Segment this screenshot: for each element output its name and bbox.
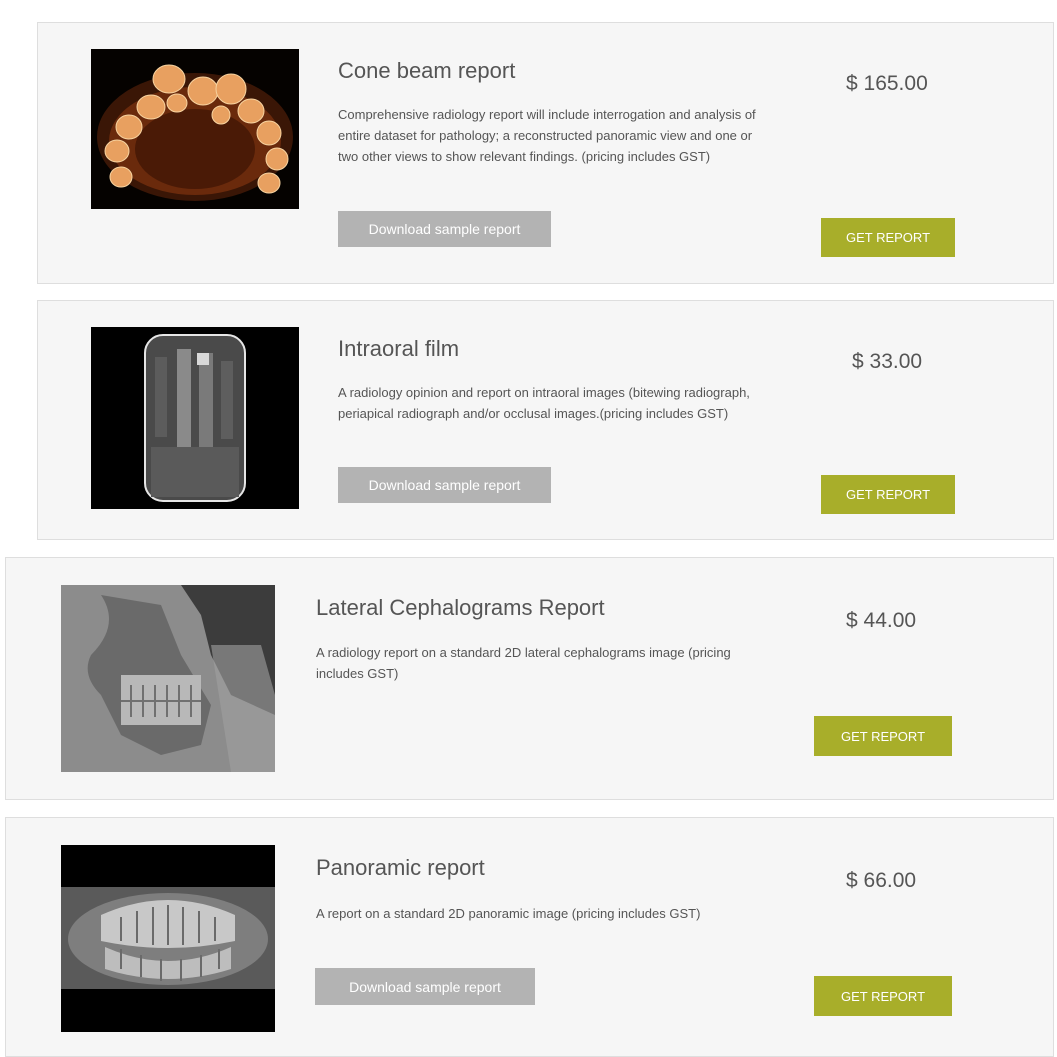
product-description: A radiology report on a standard 2D late… bbox=[316, 645, 731, 681]
product-price: $ 44.00 bbox=[846, 609, 917, 632]
product-title: Intraoral film bbox=[338, 336, 460, 361]
product-price: $ 165.00 bbox=[846, 72, 928, 95]
product-description: Comprehensive radiology report will incl… bbox=[338, 107, 756, 164]
product-price: $ 33.00 bbox=[852, 350, 923, 373]
product-title: Panoramic report bbox=[316, 855, 485, 880]
download-sample-report-button[interactable]: Download sample report bbox=[338, 467, 551, 503]
product-card-cone-beam: Cone beam report Comprehensive radiology… bbox=[37, 22, 1054, 284]
get-report-button[interactable]: GET REPORT bbox=[821, 475, 955, 514]
product-price: $ 66.00 bbox=[846, 869, 917, 892]
download-sample-report-button[interactable]: Download sample report bbox=[338, 211, 551, 247]
download-sample-report-button[interactable]: Download sample report bbox=[315, 968, 535, 1005]
product-card-panoramic: Panoramic report A report on a standard … bbox=[5, 817, 1054, 1057]
product-title: Lateral Cephalograms Report bbox=[316, 595, 605, 620]
lateral-cephalogram-image bbox=[61, 585, 275, 772]
product-card-lateral-cephalograms: Lateral Cephalograms Report A radiology … bbox=[5, 557, 1054, 800]
cone-beam-image bbox=[91, 49, 299, 209]
get-report-button[interactable]: GET REPORT bbox=[814, 976, 952, 1016]
product-card-intraoral-film: Intraoral film A radiology opinion and r… bbox=[37, 300, 1054, 540]
product-title: Cone beam report bbox=[338, 58, 516, 83]
panoramic-image bbox=[61, 845, 275, 1032]
get-report-button[interactable]: GET REPORT bbox=[814, 716, 952, 756]
product-description: A report on a standard 2D panoramic imag… bbox=[316, 906, 701, 921]
get-report-button[interactable]: GET REPORT bbox=[821, 218, 955, 257]
intraoral-film-image bbox=[91, 327, 299, 509]
product-description: A radiology opinion and report on intrao… bbox=[338, 385, 750, 421]
